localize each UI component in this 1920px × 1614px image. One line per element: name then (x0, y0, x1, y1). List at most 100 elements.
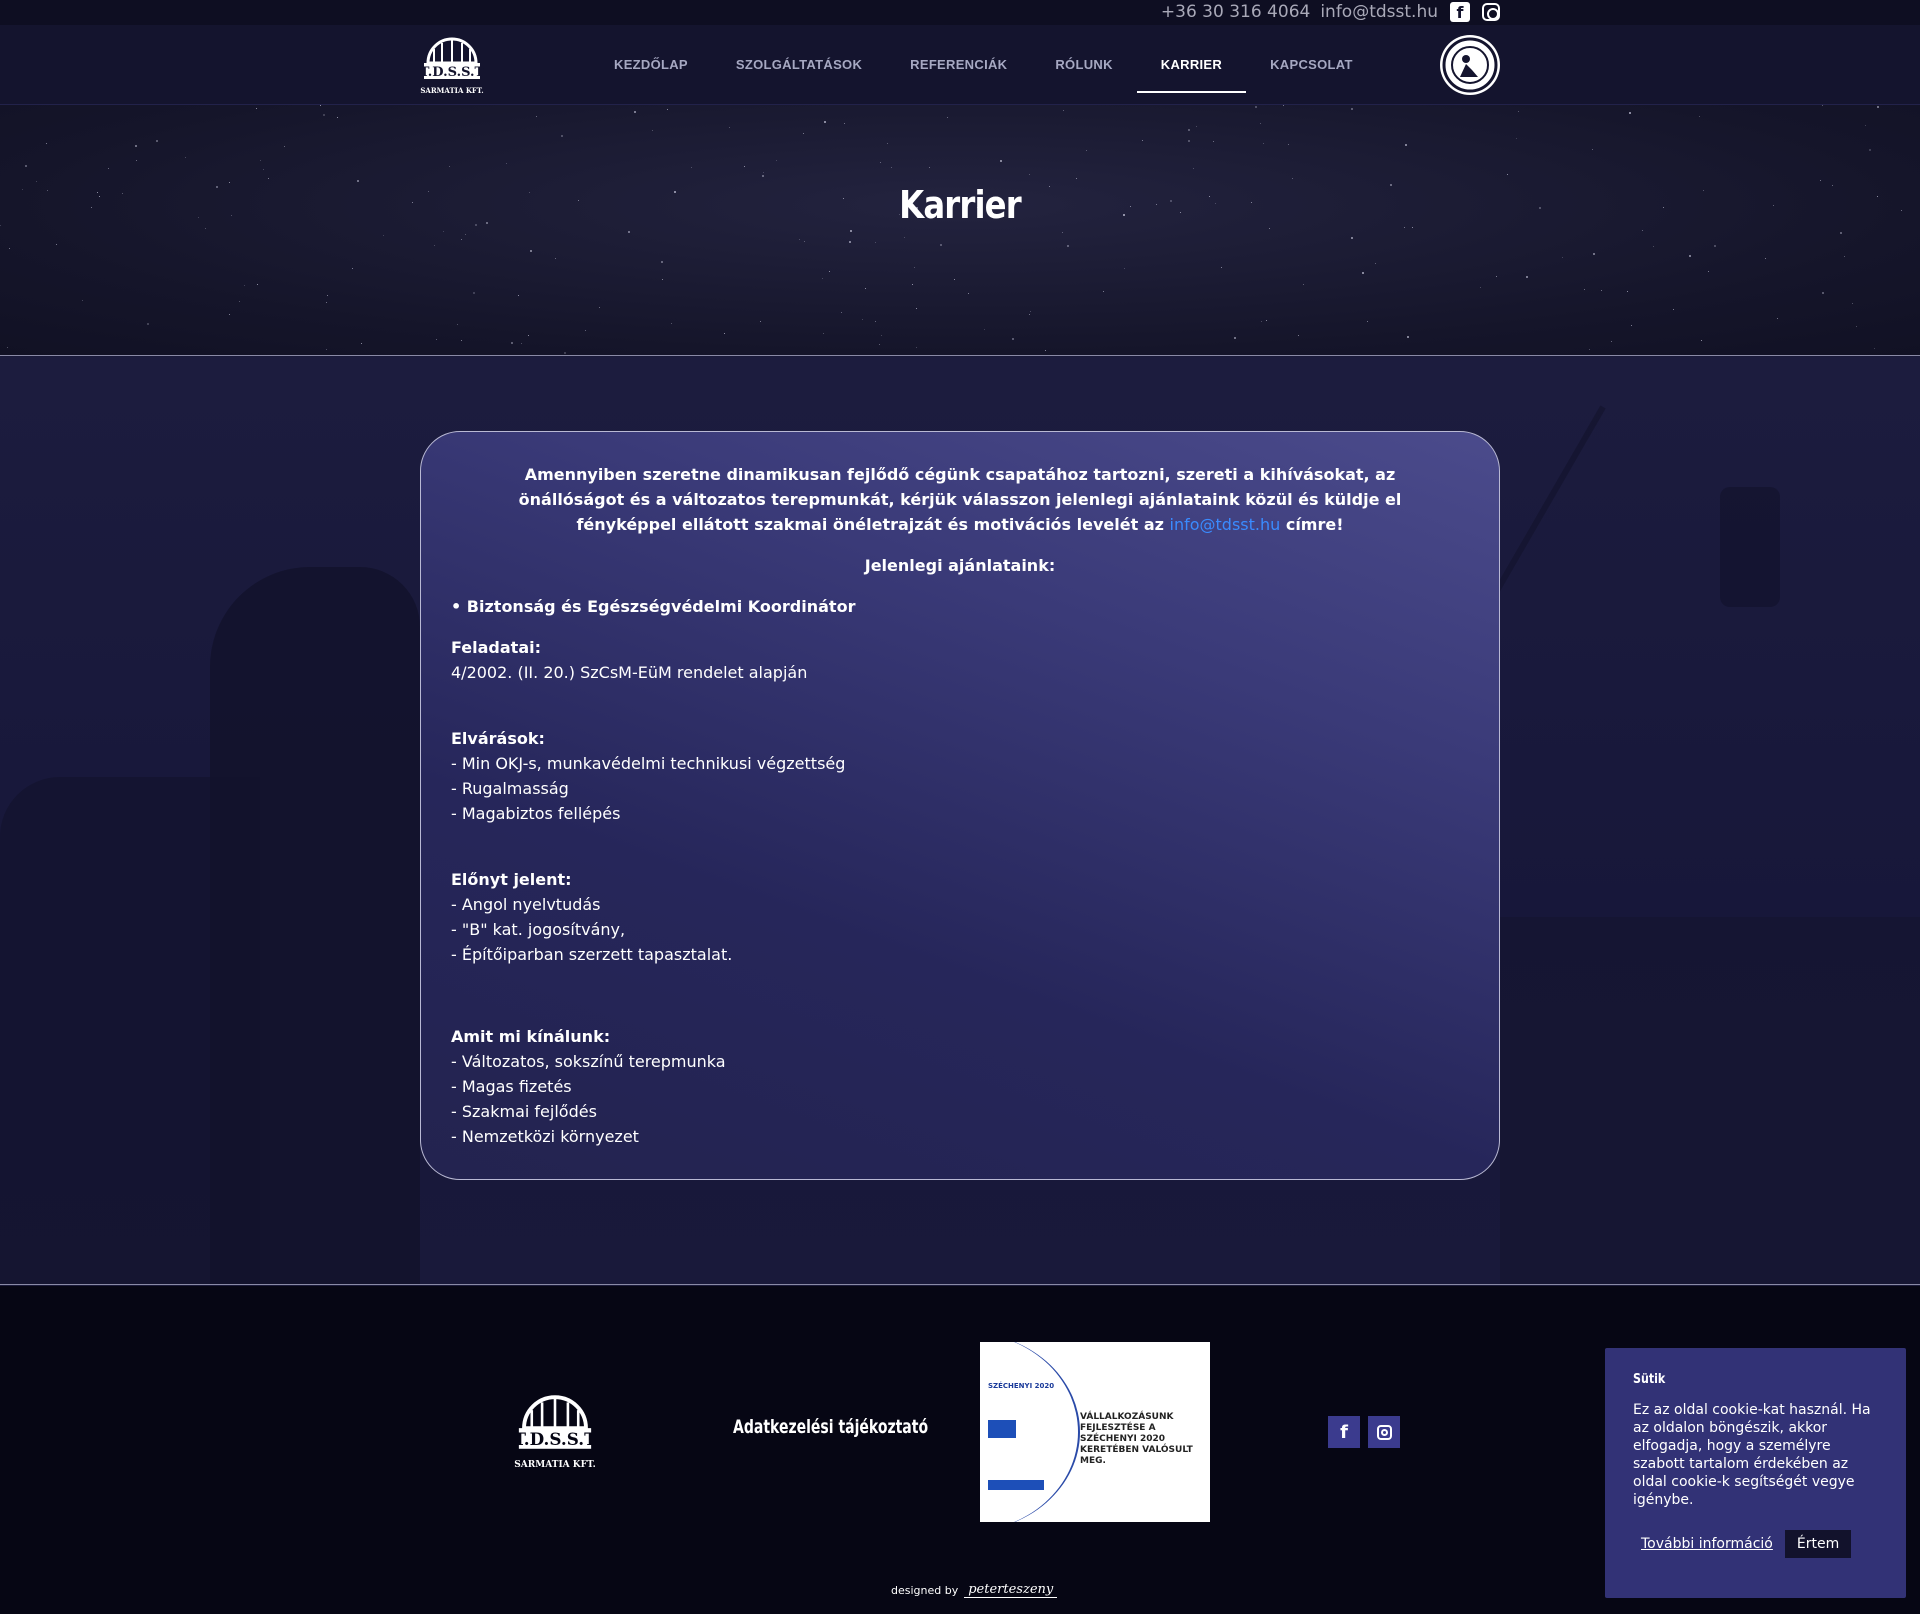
star (555, 258, 556, 259)
star (891, 167, 892, 168)
star (799, 239, 800, 240)
star (634, 111, 636, 113)
facebook-icon[interactable]: f (1328, 1416, 1360, 1448)
star (1375, 263, 1376, 264)
star (1865, 125, 1866, 126)
star (1103, 291, 1104, 292)
offer-item: - Magas fizetés (451, 1077, 572, 1096)
star (122, 193, 123, 194)
star (56, 244, 57, 245)
star (1076, 178, 1077, 179)
privacy-policy-link[interactable]: Adatkezelési tájékoztató (733, 1416, 928, 1438)
star (1518, 111, 1519, 112)
star (1840, 232, 1842, 234)
star (599, 307, 600, 308)
star (804, 241, 805, 242)
facebook-icon[interactable]: f (1450, 2, 1470, 22)
email-link[interactable]: info@tdsst.hu (1320, 2, 1438, 22)
star (1367, 321, 1368, 322)
task-item: 4/2002. (II. 20.) SzCsM-EüM rendelet ala… (451, 663, 808, 682)
star (1269, 228, 1270, 229)
nav-item-rolunk[interactable]: RÓLUNK (1031, 25, 1136, 105)
top-bar: +36 30 316 4064 info@tdsst.hu f (0, 0, 1920, 25)
star (1877, 106, 1879, 108)
star (1261, 321, 1262, 322)
offer-heading: Amit mi kínálunk: (451, 1027, 611, 1046)
phone-link[interactable]: +36 30 316 4064 (1161, 2, 1310, 22)
star (1362, 272, 1364, 274)
star (506, 163, 507, 164)
szechenyi-2020-badge[interactable]: SZÉCHENYI 2020 VÁLLALKOZÁSUNK FEJLESZTÉS… (980, 1342, 1210, 1522)
szechenyi-logo: SZÉCHENYI 2020 (988, 1382, 1055, 1390)
star (1086, 150, 1087, 151)
star (875, 242, 876, 243)
star (1765, 258, 1766, 259)
star (1266, 320, 1267, 321)
nav-item-szolgaltatasok[interactable]: SZOLGÁLTATÁSOK (712, 25, 886, 105)
star (865, 288, 866, 289)
site-logo[interactable]: T.D.S.S.T SARMATIA KFT. (420, 35, 485, 97)
star (257, 284, 258, 285)
nav-item-kapcsolat[interactable]: KAPCSOLAT (1246, 25, 1377, 105)
nav-item-referenciak[interactable]: REFERENCIÁK (886, 25, 1031, 105)
star (661, 261, 663, 263)
star (947, 117, 948, 118)
star (662, 279, 663, 280)
star (862, 319, 863, 320)
star (875, 321, 876, 322)
star (1142, 140, 1143, 141)
star (97, 192, 98, 193)
star (822, 278, 823, 279)
footer-logo[interactable]: T.D.S.S.T SARMATIA KFT. (512, 1392, 598, 1472)
star (1067, 245, 1069, 247)
star (323, 114, 325, 116)
star (916, 308, 917, 309)
logo-subtext: SARMATIA KFT. (420, 86, 483, 95)
star (1869, 149, 1871, 151)
star (1404, 227, 1405, 228)
cookie-more-info-link[interactable]: További információ (1641, 1536, 1773, 1552)
star (1699, 116, 1700, 117)
nav-item-kezdolap[interactable]: KEZDŐLAP (590, 25, 712, 105)
cookie-banner: Sütik Ez az oldal cookie-kat használ. Ha… (1605, 1348, 1906, 1598)
star (46, 143, 47, 144)
star (244, 285, 245, 286)
star (1516, 138, 1517, 139)
cookie-actions: További információ Értem (1641, 1530, 1852, 1558)
star (91, 207, 92, 208)
advantage-item: - Építőiparban szerzett tapasztalat. (451, 945, 733, 964)
star (1708, 271, 1709, 272)
star (904, 237, 905, 238)
offer-item: - Szakmai fejlődés (451, 1102, 597, 1121)
instagram-icon[interactable] (1482, 3, 1500, 21)
star (744, 166, 745, 167)
star (1063, 110, 1064, 111)
star (1822, 105, 1823, 106)
star (1298, 335, 1299, 336)
star (1221, 267, 1222, 268)
intro-text: Amennyiben szeretne dinamikusan fejlődő … (451, 462, 1469, 537)
hungary-flag-icon (988, 1480, 1044, 1490)
star (1507, 174, 1508, 175)
star (260, 160, 261, 161)
star (443, 231, 444, 232)
star (1124, 268, 1125, 269)
designer-credit[interactable]: designed by peterteszeny (891, 1582, 1058, 1598)
star (881, 335, 882, 336)
star (1627, 291, 1628, 292)
star (326, 349, 327, 350)
nav-item-karrier[interactable]: KARRIER (1136, 25, 1247, 105)
instagram-icon[interactable] (1368, 1416, 1400, 1448)
star (1584, 289, 1585, 290)
cookie-accept-button[interactable]: Értem (1784, 1530, 1852, 1558)
star (1193, 168, 1194, 169)
star (729, 127, 730, 128)
star (1012, 338, 1014, 340)
star (1526, 276, 1528, 278)
tripod-silhouette (1720, 487, 1780, 607)
star (760, 321, 761, 322)
star (511, 342, 513, 344)
email-link-intro[interactable]: info@tdsst.hu (1170, 515, 1281, 534)
star (916, 347, 917, 348)
star (691, 167, 692, 168)
